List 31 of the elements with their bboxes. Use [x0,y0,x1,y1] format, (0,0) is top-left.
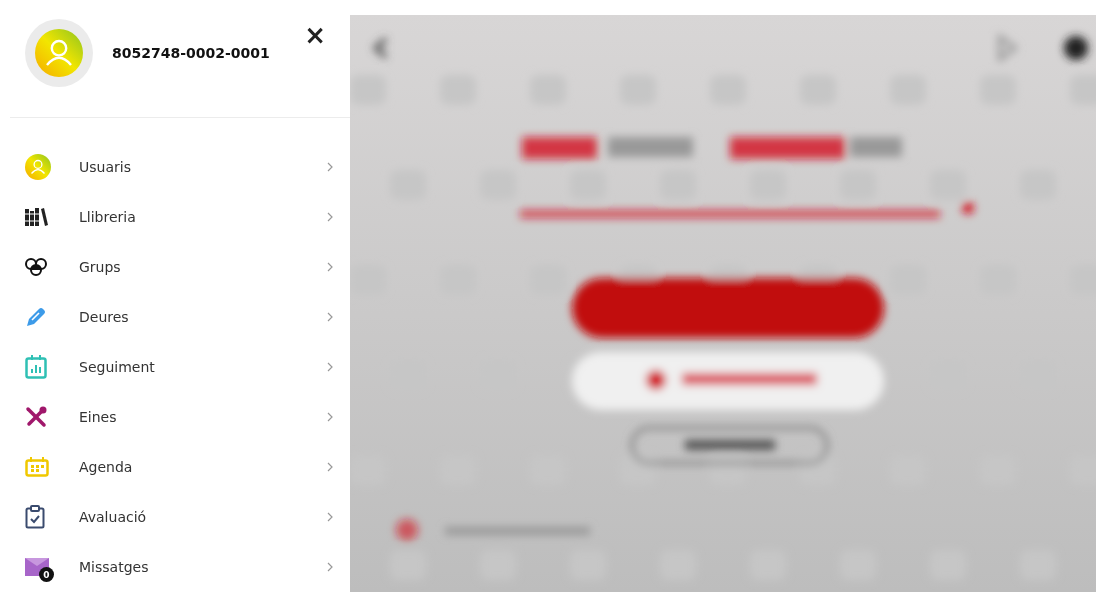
pencil-icon [25,306,47,328]
menu-item[interactable]: Eines [0,392,350,442]
user-icon [25,154,51,180]
chevron-right-icon [326,512,334,522]
chevron-right-icon [326,312,334,322]
chevron-right-icon [326,162,334,172]
count-badge: 0 [39,567,54,582]
checklist-clipboard-icon [25,505,45,529]
menu-item[interactable]: Deures [0,292,350,342]
calendar-icon [25,457,49,477]
menu-item[interactable]: 0 Missatges [0,542,350,592]
group-icon [25,258,47,276]
menu-item[interactable]: Grups [0,242,350,292]
chevron-right-icon [326,562,334,572]
chevron-right-icon [326,362,334,372]
chevron-right-icon [326,462,334,472]
chart-clipboard-icon [25,355,47,379]
menu-item[interactable]: Usuaris [0,142,350,192]
chevron-right-icon [326,412,334,422]
chevron-right-icon [326,262,334,272]
books-icon [25,208,48,226]
close-button[interactable]: × [300,20,330,50]
user-id: 8052748-0002-0001 [112,44,270,61]
menu-item[interactable]: Llibreria [0,192,350,242]
menu-item[interactable]: Avaluació [0,492,350,542]
tools-icon [25,406,47,428]
user-icon [35,28,83,77]
menu-item[interactable]: Agenda [0,442,350,492]
chevron-right-icon [326,212,334,222]
menu-item[interactable]: Seguiment [0,342,350,392]
envelope-icon [25,558,49,576]
